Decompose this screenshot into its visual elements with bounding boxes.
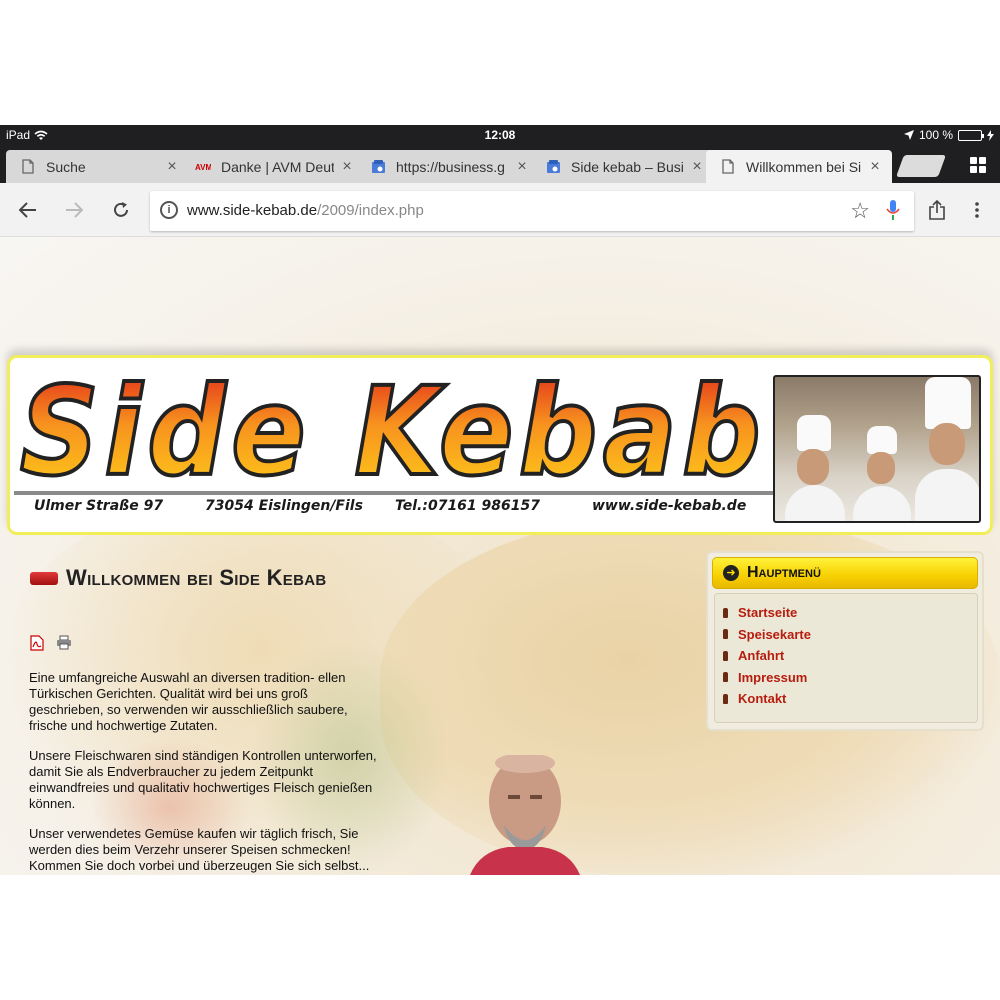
chefs-photo — [773, 375, 981, 523]
url-text[interactable]: www.side-kebab.de/2009/index.php — [187, 202, 424, 219]
web-page: Side Kebab Ulmer Straße 97 73054 Eisling… — [0, 237, 1000, 875]
address-bar[interactable]: i www.side-kebab.de/2009/index.php ☆ — [150, 191, 914, 231]
svg-text:AVM: AVM — [195, 163, 211, 172]
status-bar: iPad 12:08 100 % — [0, 125, 1000, 146]
main-menu-header: ➜ Hauptmenü — [712, 557, 978, 589]
tab-side-kebab-business[interactable]: Side kebab – Busi × — [531, 150, 714, 183]
info-icon[interactable]: i — [160, 201, 178, 219]
main-menu-list: Startseite Speisekarte Anfahrt Impressum… — [714, 593, 978, 723]
close-icon[interactable]: × — [868, 158, 882, 176]
arrow-left-icon — [19, 202, 36, 218]
website-address: www.side-kebab.de — [592, 498, 747, 514]
tab-title: Willkommen bei Si — [746, 158, 862, 175]
menu-link-kontakt[interactable]: Kontakt — [723, 688, 977, 710]
document-actions — [30, 635, 72, 651]
site-banner: Side Kebab Ulmer Straße 97 73054 Eisling… — [7, 355, 993, 535]
phone-number: Tel.:07161 986157 — [395, 498, 540, 514]
main-menu-title: Hauptmenü — [747, 564, 821, 581]
ipad-screen: iPad 12:08 100 % Suche × AVM Danke | AVM… — [0, 125, 1000, 875]
close-icon[interactable]: × — [515, 158, 529, 176]
page-icon — [20, 159, 36, 175]
heading-bullet-icon — [30, 571, 58, 585]
bullet-icon — [723, 693, 728, 704]
tab-strip: Suche × AVM Danke | AVM Deuts × https://… — [0, 146, 1000, 183]
close-icon[interactable]: × — [165, 158, 179, 176]
more-vertical-icon — [975, 202, 979, 218]
page-title: Willkommen bei Side Kebab — [66, 565, 327, 590]
reload-button[interactable] — [108, 197, 134, 223]
share-button[interactable] — [924, 197, 950, 223]
bullet-icon — [723, 650, 728, 661]
close-icon[interactable]: × — [340, 158, 354, 176]
main-menu: ➜ Hauptmenü Startseite Speisekarte Anfah… — [706, 551, 984, 731]
tab-title: Suche — [46, 158, 86, 175]
battery-icon — [958, 129, 984, 141]
clock: 12:08 — [484, 128, 516, 142]
location-icon — [903, 130, 914, 140]
tab-business[interactable]: https://business.g × — [356, 150, 539, 183]
tab-switcher-icon[interactable] — [970, 157, 986, 173]
address-city: 73054 Eislingen/Fils — [205, 498, 363, 514]
side-kebab-logo: Side Kebab — [18, 366, 766, 486]
menu-link-impressum[interactable]: Impressum — [723, 667, 977, 689]
browser-toolbar: i www.side-kebab.de/2009/index.php ☆ — [0, 183, 1000, 237]
banner-rule — [14, 491, 774, 495]
battery-percent: 100 % — [918, 128, 953, 142]
menu-link-speisekarte[interactable]: Speisekarte — [723, 624, 977, 646]
google-business-icon — [370, 159, 386, 175]
bullet-icon — [723, 672, 728, 683]
tab-title: Side kebab – Busi — [571, 158, 684, 175]
google-business-icon — [545, 159, 561, 175]
pdf-icon[interactable] — [30, 635, 46, 651]
close-icon[interactable]: × — [690, 158, 704, 176]
bullet-icon — [723, 629, 728, 640]
person-photo — [470, 755, 580, 875]
tab-title: https://business.g — [396, 158, 505, 175]
paragraph: Eine umfangreiche Auswahl an diversen tr… — [29, 670, 348, 733]
intro-text: Eine umfangreiche Auswahl an diversen tr… — [29, 670, 379, 875]
forward-button[interactable] — [61, 197, 87, 223]
bookmark-star-icon[interactable]: ☆ — [850, 198, 870, 224]
new-tab-button[interactable] — [895, 155, 947, 177]
page-icon — [720, 159, 736, 175]
more-menu-button[interactable] — [964, 197, 990, 223]
svg-text:Side Kebab: Side Kebab — [20, 366, 766, 486]
menu-link-label[interactable]: Startseite — [738, 605, 797, 620]
tab-willkommen[interactable]: Willkommen bei Si × — [706, 150, 892, 183]
arrow-right-circle-icon: ➜ — [723, 565, 739, 581]
reload-icon — [114, 202, 128, 217]
menu-link-anfahrt[interactable]: Anfahrt — [723, 645, 977, 667]
menu-link-label[interactable]: Kontakt — [738, 691, 786, 706]
menu-link-label[interactable]: Speisekarte — [738, 627, 811, 642]
menu-link-startseite[interactable]: Startseite — [723, 602, 977, 624]
avm-icon: AVM — [195, 159, 211, 175]
print-icon[interactable] — [56, 635, 72, 651]
back-button[interactable] — [15, 197, 41, 223]
url-host: www.side-kebab.de — [187, 202, 318, 219]
url-path: /2009/index.php — [317, 202, 424, 219]
tab-suche[interactable]: Suche × — [6, 150, 189, 183]
charging-icon — [987, 129, 994, 141]
tab-avm[interactable]: AVM Danke | AVM Deuts × — [181, 150, 364, 183]
share-icon — [929, 200, 945, 220]
menu-link-label[interactable]: Anfahrt — [738, 648, 784, 663]
menu-link-label[interactable]: Impressum — [738, 670, 807, 685]
content-heading: Willkommen bei Side Kebab — [30, 565, 327, 591]
tab-title: Danke | AVM Deuts — [221, 158, 334, 175]
microphone-icon[interactable] — [886, 200, 900, 220]
address-street: Ulmer Straße 97 — [34, 498, 164, 514]
bullet-icon — [723, 607, 728, 618]
paragraph: Unsere Fleischwaren sind ständigen Kontr… — [29, 748, 377, 811]
paragraph: Unser verwendetes Gemüse kaufen wir tägl… — [29, 826, 370, 873]
arrow-right-icon — [66, 202, 83, 218]
